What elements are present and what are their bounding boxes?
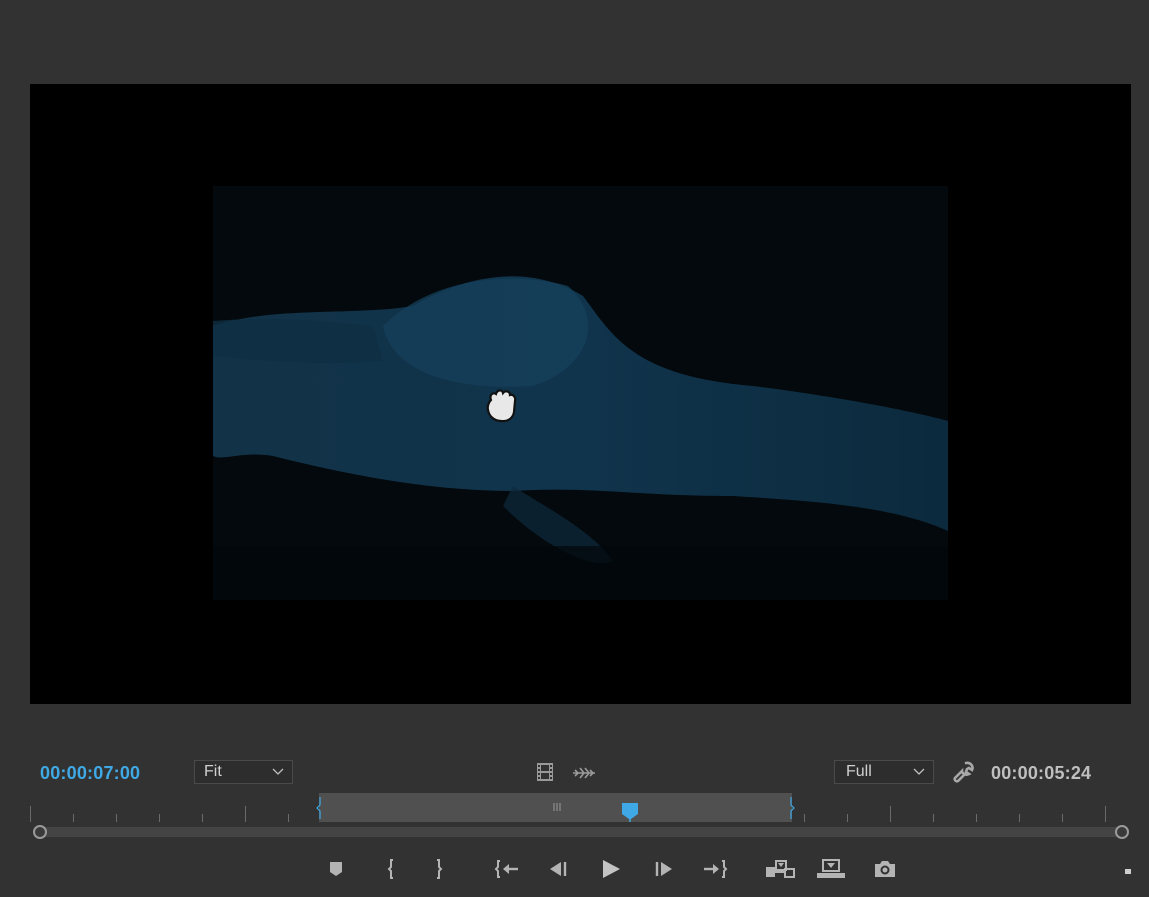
duration-timecode: 00:00:05:24 [991, 763, 1092, 783]
current-timecode[interactable]: 00:00:07:00 [40, 763, 140, 784]
wrench-icon[interactable] [952, 760, 976, 784]
in-out-range-bar[interactable] [316, 793, 795, 822]
mark-out-icon [437, 859, 443, 879]
chevron-down-icon [913, 768, 925, 775]
mark-in-icon [387, 859, 393, 879]
chevron-down-icon [272, 768, 284, 775]
playhead-icon[interactable] [621, 802, 639, 822]
camera-icon [875, 861, 895, 877]
go-to-in-icon [494, 860, 518, 878]
add-marker-button[interactable] [322, 855, 350, 883]
go-to-out-button[interactable] [701, 855, 729, 883]
go-to-in-button[interactable] [493, 855, 521, 883]
mark-in-button[interactable] [377, 855, 405, 883]
mark-out-button[interactable] [425, 855, 453, 883]
playback-resolution-value: Full [846, 763, 872, 780]
video-frame [213, 186, 948, 600]
zoom-scrollbar[interactable] [40, 827, 1122, 837]
marker-icon [330, 862, 342, 876]
play-icon [603, 860, 620, 878]
audio-waveform-icon[interactable] [572, 764, 596, 782]
hand-cursor-icon [486, 389, 517, 423]
export-frame-button[interactable] [871, 855, 899, 883]
film-icon[interactable] [535, 762, 555, 782]
panel-menu-icon[interactable] [1125, 869, 1131, 874]
step-forward-icon [655, 862, 672, 876]
play-button[interactable] [597, 855, 625, 883]
zoom-level-value: Fit [204, 763, 222, 780]
playback-resolution-dropdown[interactable]: Full [834, 760, 934, 784]
step-forward-button[interactable] [650, 855, 678, 883]
go-to-out-icon [704, 860, 728, 878]
overwrite-button[interactable] [816, 855, 846, 883]
insert-button[interactable] [765, 855, 795, 883]
in-point-handle-icon[interactable] [316, 797, 322, 819]
step-back-button[interactable] [545, 855, 573, 883]
zoom-level-dropdown[interactable]: Fit [194, 760, 293, 784]
scrollbar-right-handle[interactable] [1115, 825, 1129, 839]
insert-icon [766, 860, 795, 878]
out-point-handle-icon[interactable] [789, 797, 795, 819]
overwrite-icon [817, 859, 845, 878]
program-monitor-viewer[interactable] [30, 84, 1131, 704]
range-grip-icon[interactable] [553, 802, 561, 812]
step-back-icon [550, 862, 567, 876]
scrollbar-left-handle[interactable] [33, 825, 47, 839]
